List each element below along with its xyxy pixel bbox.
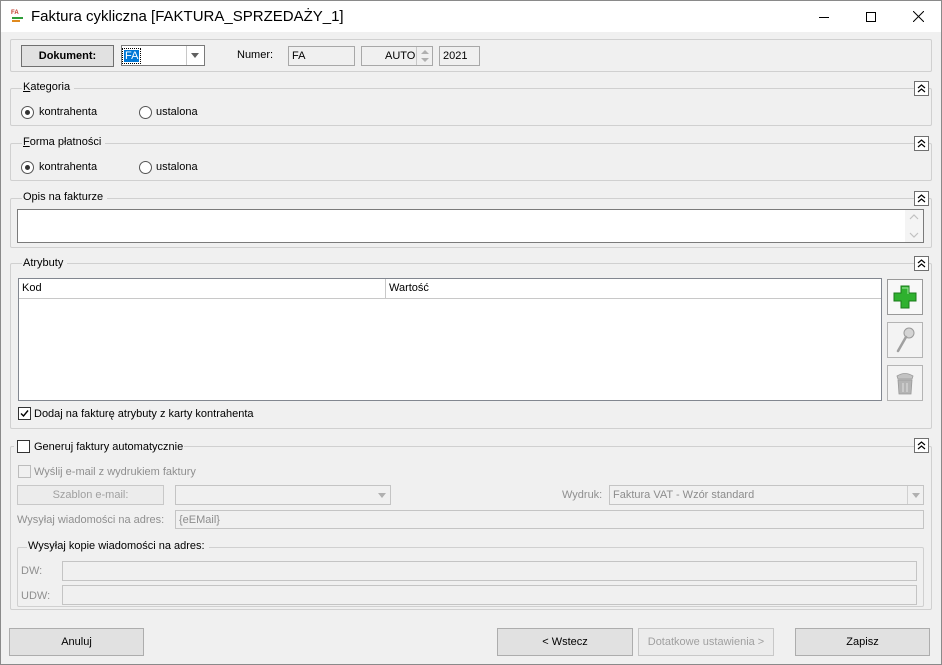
close-icon bbox=[912, 11, 924, 22]
email-checkbox[interactable] bbox=[18, 465, 31, 478]
close-button[interactable] bbox=[895, 1, 941, 32]
maximize-button[interactable] bbox=[848, 1, 894, 32]
auto-collapse-button[interactable] bbox=[914, 438, 929, 453]
svg-text:FA: FA bbox=[11, 10, 19, 16]
szablon-email-select[interactable] bbox=[175, 485, 391, 505]
numer-auto-value: AUTO bbox=[385, 50, 416, 62]
dw-field[interactable] bbox=[62, 561, 917, 581]
double-chevron-up-icon bbox=[917, 259, 926, 268]
szablon-email-button[interactable]: Szablon e-mail: bbox=[17, 485, 164, 505]
column-header-wartosc[interactable]: Wartość bbox=[389, 282, 429, 294]
udw-field[interactable] bbox=[62, 585, 917, 605]
atrybuty-checkbox-label: Dodaj na fakturę atrybuty z karty kontra… bbox=[34, 408, 254, 420]
opis-scrollbar[interactable] bbox=[905, 210, 923, 242]
numer-year-field[interactable]: 2021 bbox=[439, 46, 480, 66]
document-type-value: FA bbox=[121, 47, 142, 64]
kategoria-radio-ustalona[interactable] bbox=[139, 106, 152, 119]
forma-radio-kontrahenta[interactable] bbox=[21, 161, 34, 174]
kategoria-option-kontrahenta: kontrahenta bbox=[39, 106, 98, 118]
atrybuty-collapse-button[interactable] bbox=[914, 256, 929, 271]
spin-buttons[interactable] bbox=[416, 47, 432, 65]
forma-option-ustalona: ustalona bbox=[156, 161, 198, 173]
atrybuty-table[interactable]: Kod Wartość bbox=[18, 278, 882, 401]
document-button[interactable]: Dokument: bbox=[21, 45, 114, 67]
wydruk-value: Faktura VAT - Wzór standard bbox=[613, 489, 755, 501]
edit-icon bbox=[896, 327, 915, 353]
table-header: Kod Wartość bbox=[19, 279, 881, 299]
double-chevron-up-icon bbox=[917, 84, 926, 93]
document-type-select[interactable]: FA bbox=[121, 45, 205, 66]
invoice-app-icon: FA bbox=[11, 8, 25, 24]
double-chevron-up-icon bbox=[917, 139, 926, 148]
add-attribute-button[interactable] bbox=[887, 279, 923, 315]
dw-label: DW: bbox=[21, 565, 43, 577]
double-chevron-up-icon bbox=[917, 441, 926, 450]
edit-attribute-button[interactable] bbox=[887, 322, 923, 358]
kategoria-radio-kontrahenta[interactable] bbox=[21, 106, 34, 119]
scroll-arrows-icon bbox=[909, 214, 919, 238]
column-header-kod[interactable]: Kod bbox=[22, 282, 42, 294]
kategoria-option-ustalona: ustalona bbox=[156, 106, 198, 118]
forma-collapse-button[interactable] bbox=[914, 136, 929, 151]
double-chevron-up-icon bbox=[917, 194, 926, 203]
delete-attribute-button[interactable] bbox=[887, 365, 923, 401]
window-title: Faktura cykliczna [FAKTURA_SPRZEDAŻY_1] bbox=[31, 8, 344, 25]
auto-generate-checkbox[interactable] bbox=[17, 440, 30, 453]
wydruk-select[interactable]: Faktura VAT - Wzór standard bbox=[609, 485, 924, 505]
cancel-button[interactable]: Anuluj bbox=[9, 628, 144, 656]
forma-option-kontrahenta: kontrahenta bbox=[39, 161, 98, 173]
numer-label: Numer: bbox=[237, 49, 274, 61]
add-icon bbox=[893, 285, 917, 309]
atrybuty-label: Atrybuty bbox=[22, 257, 68, 269]
kategoria-label: Kategoria bbox=[22, 81, 75, 93]
delete-icon bbox=[896, 373, 914, 395]
opis-collapse-button[interactable] bbox=[914, 191, 929, 206]
checkmark-icon bbox=[20, 410, 29, 418]
save-button[interactable]: Zapisz bbox=[795, 628, 930, 656]
numer-auto-field[interactable]: AUTO bbox=[361, 46, 433, 66]
maximize-icon bbox=[866, 11, 876, 22]
adres-label: Wysyłaj wiadomości na adres: bbox=[17, 514, 165, 526]
udw-label: UDW: bbox=[21, 590, 51, 602]
adres-field[interactable]: {eEMail} bbox=[175, 510, 924, 529]
title-bar: FA Faktura cykliczna [FAKTURA_SPRZEDAŻY_… bbox=[1, 1, 941, 32]
auto-generate-label: Generuj faktury automatycznie bbox=[34, 441, 184, 453]
opis-label: Opis na fakturze bbox=[22, 191, 108, 203]
back-button[interactable]: < Wstecz bbox=[497, 628, 633, 656]
numer-prefix-field[interactable]: FA bbox=[288, 46, 355, 66]
kategoria-collapse-button[interactable] bbox=[914, 81, 929, 96]
atrybuty-checkbox[interactable] bbox=[18, 407, 31, 420]
wydruk-label: Wydruk: bbox=[562, 489, 603, 501]
opis-textarea[interactable] bbox=[17, 209, 924, 243]
minimize-button[interactable] bbox=[801, 1, 847, 32]
chevron-down-icon bbox=[185, 46, 204, 65]
chevron-down-icon bbox=[374, 486, 390, 504]
spin-arrows-icon bbox=[421, 50, 429, 62]
dialog-window: FA Faktura cykliczna [FAKTURA_SPRZEDAŻY_… bbox=[0, 0, 942, 665]
forma-radio-ustalona[interactable] bbox=[139, 161, 152, 174]
chevron-down-icon bbox=[907, 486, 923, 504]
minimize-icon bbox=[819, 16, 829, 18]
email-checkbox-label: Wyślij e-mail z wydrukiem faktury bbox=[34, 466, 196, 478]
forma-label: Forma płatności bbox=[22, 136, 106, 148]
kopie-label: Wysyłaj kopie wiadomości na adres: bbox=[27, 540, 209, 552]
more-settings-button[interactable]: Dotatkowe ustawienia > bbox=[638, 628, 774, 656]
